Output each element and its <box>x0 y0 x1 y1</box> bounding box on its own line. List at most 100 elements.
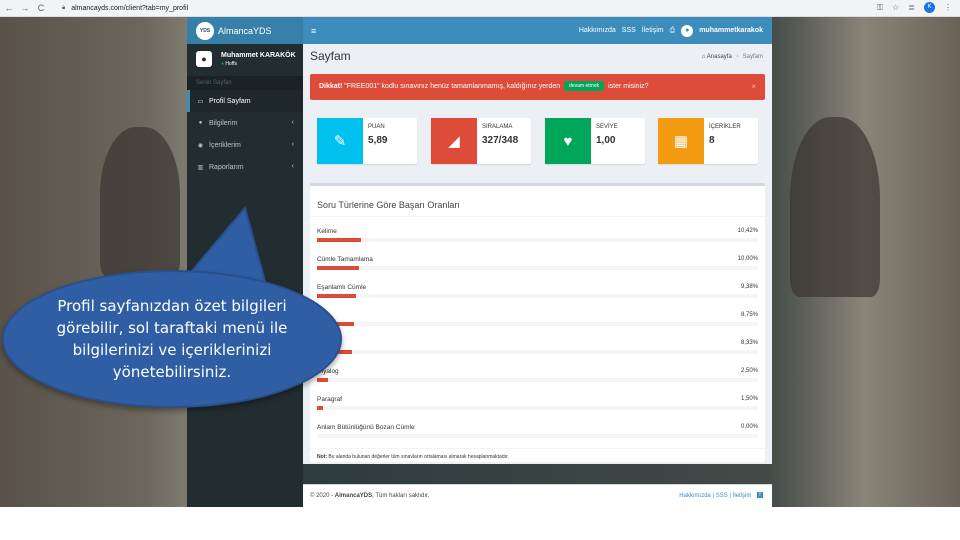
background-person <box>790 117 880 297</box>
continue-exam-button[interactable]: devam etmek <box>564 81 605 92</box>
note-text: Bu alanda bulunan değerler tüm sınavları… <box>327 454 509 460</box>
footer-nav-links[interactable]: Hakkımızda | SSS | İletişim <box>679 493 751 499</box>
page-title: Sayfam <box>310 49 351 63</box>
stat-progress-track <box>317 266 758 270</box>
background-person <box>100 127 180 277</box>
user-status: ● Hoffs <box>221 60 238 67</box>
close-icon[interactable]: × <box>751 74 756 100</box>
logo-badge-icon: YDS <box>196 21 214 40</box>
reload-icon[interactable]: C <box>34 3 48 13</box>
sidebar-item-info[interactable]: ● Bilgilerim ‹ <box>187 112 303 134</box>
sidebar-item-label: Bilgilerim <box>209 119 238 127</box>
breadcrumb-home[interactable]: Anasayfa <box>707 54 732 60</box>
stat-label: Paragraf <box>317 396 342 403</box>
stat-percent: 10,00% <box>737 256 758 262</box>
header-link-faq[interactable]: SSS <box>622 27 636 34</box>
footer-brand: AlmancaYDS <box>334 493 373 499</box>
bar-chart-icon: ▥ <box>197 164 204 171</box>
main-content: Sayfam ⌂ Anasayfa > Sayfam Dikkat! "FREE… <box>303 44 772 464</box>
content-icon: ◉ <box>197 142 204 149</box>
stat-progress-track <box>317 378 758 382</box>
breadcrumb: ⌂ Anasayfa > Sayfam <box>702 54 763 60</box>
stat-row: Anlam Bütünlüğünü Bozan Cümle 0,00% <box>317 424 758 440</box>
stat-progress-fill <box>317 266 359 270</box>
browser-profile-avatar[interactable]: K <box>924 2 935 13</box>
user-name: Muhammet KARAKÖK <box>221 51 296 59</box>
pencil-icon: ✎ <box>317 118 363 164</box>
alert-text-after: ister misiniz? <box>608 83 649 90</box>
warning-alert: Dikkat! "FREE001" kodlu sınavınız henüz … <box>310 74 765 100</box>
header-link-about[interactable]: Hakkımızda <box>579 27 616 34</box>
stat-percent: 1,50% <box>740 396 758 402</box>
stat-progress-track <box>317 350 758 354</box>
note-strong: Not: <box>317 454 327 460</box>
stat-row: Cümle Tamamlama 10,00% <box>317 256 758 272</box>
online-dot-icon: ● <box>221 60 225 67</box>
tutorial-callout: Profil sayfanızdan özet bilgileri görebi… <box>2 270 342 408</box>
info-box-value: 8 <box>709 135 715 146</box>
forward-arrow-icon[interactable]: → <box>18 3 32 13</box>
print-icon[interactable]: ⎙ <box>670 27 676 35</box>
hamburger-menu-icon[interactable]: ≡ <box>311 26 316 36</box>
stat-progress-fill <box>317 378 328 382</box>
menu-section-header: Senin Sayfan <box>187 76 303 90</box>
star-icon[interactable]: ☆ <box>892 3 899 12</box>
header-nav: Hakkımızda SSS İletişim ⎙ ● muhammetkara… <box>579 17 763 44</box>
sidebar-item-label: İçeriklerim <box>209 141 241 149</box>
stat-label: Eşanlamlı Cümle <box>317 284 367 291</box>
info-box-label: PUAN <box>368 124 385 130</box>
copyright-suffix: , Tüm hakları saklıdır. <box>372 493 430 499</box>
area-chart-icon: ◢ <box>431 118 477 164</box>
stat-progress-fill <box>317 406 324 410</box>
stat-percent: 9,38% <box>740 284 758 290</box>
header-username[interactable]: muhammetkarakok <box>699 27 763 34</box>
more-vert-icon[interactable]: ⋮ <box>944 3 952 12</box>
info-box-label: SIRALAMA <box>482 124 513 130</box>
user-avatar-icon[interactable]: ● <box>681 24 694 37</box>
info-box-contents: ▦ İÇERİKLER 8 <box>658 118 758 164</box>
sidebar-item-profile[interactable]: ▭ Profil Sayfam <box>187 90 303 112</box>
info-box-value: 327/348 <box>482 135 519 146</box>
page-footer: © 2020 - AlmancaYDS, Tüm hakları saklıdı… <box>303 484 772 507</box>
sidebar-item-label: Profil Sayfam <box>209 97 251 105</box>
sidebar-item-reports[interactable]: ▥ Raporlarım ‹ <box>187 156 303 178</box>
box-title: Soru Türlerine Göre Başarı Oranları <box>317 200 460 210</box>
user-circle-icon: ● <box>198 120 203 126</box>
stat-label: Anlam Bütünlüğünü Bozan Cümle <box>317 424 415 431</box>
browser-actions: ⚿ ☆ ≣ K ⋮ <box>877 2 952 13</box>
app-header: YDS AlmancaYDS ≡ Hakkımızda SSS İletişim… <box>187 17 772 44</box>
box-footer-note: Not: Bu alanda bulunan değerler tüm sına… <box>310 448 765 465</box>
sidebar-item-label: Raporlarım <box>209 163 244 171</box>
stat-percent: 2,50% <box>740 368 758 374</box>
logo-text: AlmancaYDS <box>218 25 272 36</box>
back-arrow-icon[interactable]: ← <box>2 3 16 13</box>
key-icon[interactable]: ⚿ <box>877 3 883 13</box>
stat-percent: 0,00% <box>740 424 758 430</box>
stat-percent: 8,33% <box>740 340 758 346</box>
breadcrumb-separator: > <box>735 54 739 60</box>
stat-percent: 8,75% <box>740 312 758 318</box>
lock-icon: 🔒︎ <box>62 4 66 11</box>
stat-progress-track <box>317 238 758 242</box>
address-bar[interactable]: almancayds.com/client?tab=my_profil <box>71 5 188 12</box>
facebook-icon[interactable]: f <box>757 492 763 499</box>
profile-card-icon: ▭ <box>197 98 204 105</box>
browser-toolbar: ← → C 🔒︎ almancayds.com/client?tab=my_pr… <box>0 0 960 17</box>
info-box-value: 5,89 <box>368 135 388 146</box>
alert-strong: Dikkat! <box>319 83 343 90</box>
info-box-score: ✎ PUAN 5,89 <box>317 118 417 164</box>
header-link-contact[interactable]: İletişim <box>642 27 664 34</box>
stat-row: 8,33% <box>317 340 758 356</box>
menu-list-icon[interactable]: ≣ <box>908 3 915 12</box>
info-box-ranking: ◢ SIRALAMA 327/348 <box>431 118 531 164</box>
logo[interactable]: YDS AlmancaYDS <box>187 17 303 44</box>
info-box-label: SEVİYE <box>596 124 618 130</box>
breadcrumb-current: Sayfam <box>742 54 763 60</box>
stat-label: Cümle Tamamlama <box>317 256 373 263</box>
user-avatar: ● <box>196 51 212 67</box>
home-icon: ⌂ <box>701 54 706 60</box>
grid-icon: ▦ <box>658 118 704 164</box>
sidebar-item-content[interactable]: ◉ İçeriklerim ‹ <box>187 134 303 156</box>
copyright-prefix: © 2020 - <box>310 493 335 499</box>
chevron-left-icon: ‹ <box>291 119 294 126</box>
